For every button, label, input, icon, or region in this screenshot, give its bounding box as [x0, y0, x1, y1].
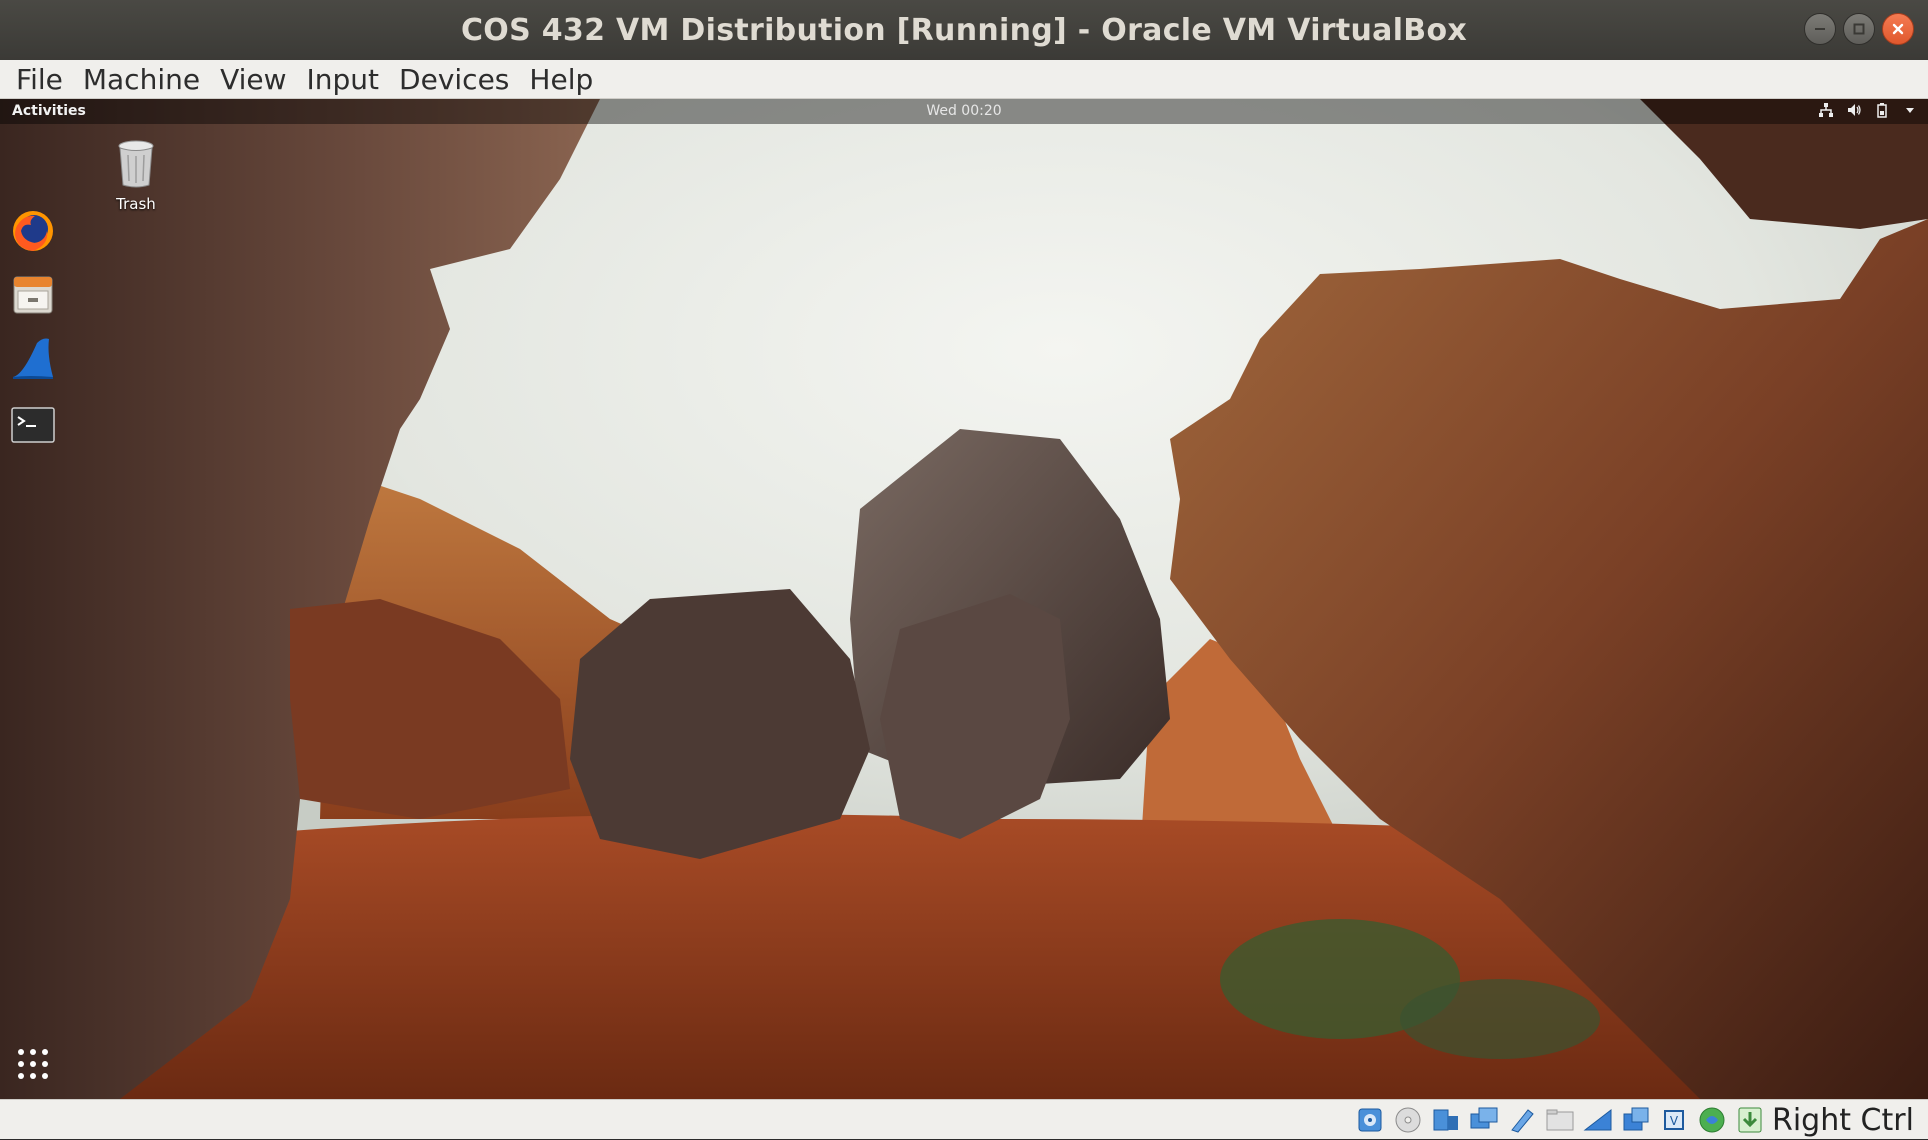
trash-label: Trash [116, 195, 156, 213]
window-titlebar[interactable]: COS 432 VM Distribution [Running] - Orac… [0, 0, 1928, 60]
dock-item-firefox[interactable] [9, 207, 57, 255]
menu-file[interactable]: File [6, 60, 73, 99]
audio-indicator[interactable] [1430, 1104, 1462, 1136]
usb-icon [1511, 1109, 1534, 1133]
battery-icon [1877, 103, 1887, 118]
dock-item-wireshark[interactable] [9, 335, 57, 383]
cpu-icon: V [1664, 1110, 1684, 1130]
svg-text:V: V [1670, 1114, 1679, 1128]
maximize-icon [1853, 23, 1865, 35]
optical-disk-icon [1395, 1107, 1421, 1133]
firefox-icon [13, 211, 53, 251]
desktop-wallpaper [0, 99, 1928, 1099]
terminal-icon [11, 407, 55, 443]
menu-view[interactable]: View [210, 60, 296, 99]
mouse-integration-icon [1699, 1107, 1725, 1133]
display-icon [1583, 1108, 1612, 1131]
recording-icon [1623, 1107, 1649, 1131]
trash-icon [118, 140, 154, 188]
keyboard-icon [1738, 1107, 1762, 1133]
network-icon [1819, 103, 1833, 117]
show-applications-button[interactable] [14, 1045, 52, 1083]
files-icon [13, 276, 53, 314]
menu-bar: File Machine View Input Devices Help [0, 60, 1928, 99]
menu-devices[interactable]: Devices [389, 60, 519, 99]
mouse-integration-indicator[interactable] [1696, 1104, 1728, 1136]
network-icon [1470, 1107, 1498, 1129]
network-indicator[interactable] [1468, 1104, 1500, 1136]
maximize-button[interactable] [1843, 13, 1875, 45]
app-grid-icon [18, 1049, 48, 1079]
gnome-top-bar: Activities Wed 00:20 [0, 99, 1928, 124]
dock-item-terminal[interactable] [9, 401, 57, 449]
volume-icon [1848, 104, 1861, 116]
device-indicators: V [1354, 1104, 1766, 1136]
menu-input[interactable]: Input [297, 60, 390, 99]
recording-indicator[interactable] [1620, 1104, 1652, 1136]
keyboard-indicator[interactable] [1734, 1104, 1766, 1136]
shared-folders-indicator[interactable] [1544, 1104, 1576, 1136]
close-button[interactable] [1882, 13, 1914, 45]
usb-indicator[interactable] [1506, 1104, 1538, 1136]
dock-item-files[interactable] [9, 271, 57, 319]
cpu-indicator[interactable]: V [1658, 1104, 1690, 1136]
display-indicator[interactable] [1582, 1104, 1614, 1136]
desktop-icon-trash[interactable]: Trash [104, 139, 168, 213]
optical-disk-indicator[interactable] [1392, 1104, 1424, 1136]
minimize-button[interactable] [1804, 13, 1836, 45]
dock [0, 124, 66, 1099]
hard-disk-icon [1358, 1108, 1382, 1132]
window-title: COS 432 VM Distribution [Running] - Orac… [460, 12, 1468, 48]
menu-help[interactable]: Help [519, 60, 603, 99]
audio-icon [1433, 1109, 1458, 1131]
wireshark-icon [13, 338, 53, 379]
hard-disk-indicator[interactable] [1354, 1104, 1386, 1136]
guest-display[interactable]: Activities Wed 00:20 Trash [0, 99, 1928, 1099]
menu-machine[interactable]: Machine [73, 60, 210, 99]
close-icon [1892, 23, 1904, 35]
clock[interactable]: Wed 00:20 [0, 103, 1928, 119]
dropdown-arrow-icon [1906, 108, 1914, 113]
shared-folders-icon [1546, 1109, 1574, 1131]
status-bar: V Right Ctrl [0, 1099, 1928, 1139]
minimize-icon [1815, 28, 1825, 30]
system-tray[interactable] [1818, 102, 1918, 118]
host-key-label: Right Ctrl [1772, 1103, 1914, 1138]
